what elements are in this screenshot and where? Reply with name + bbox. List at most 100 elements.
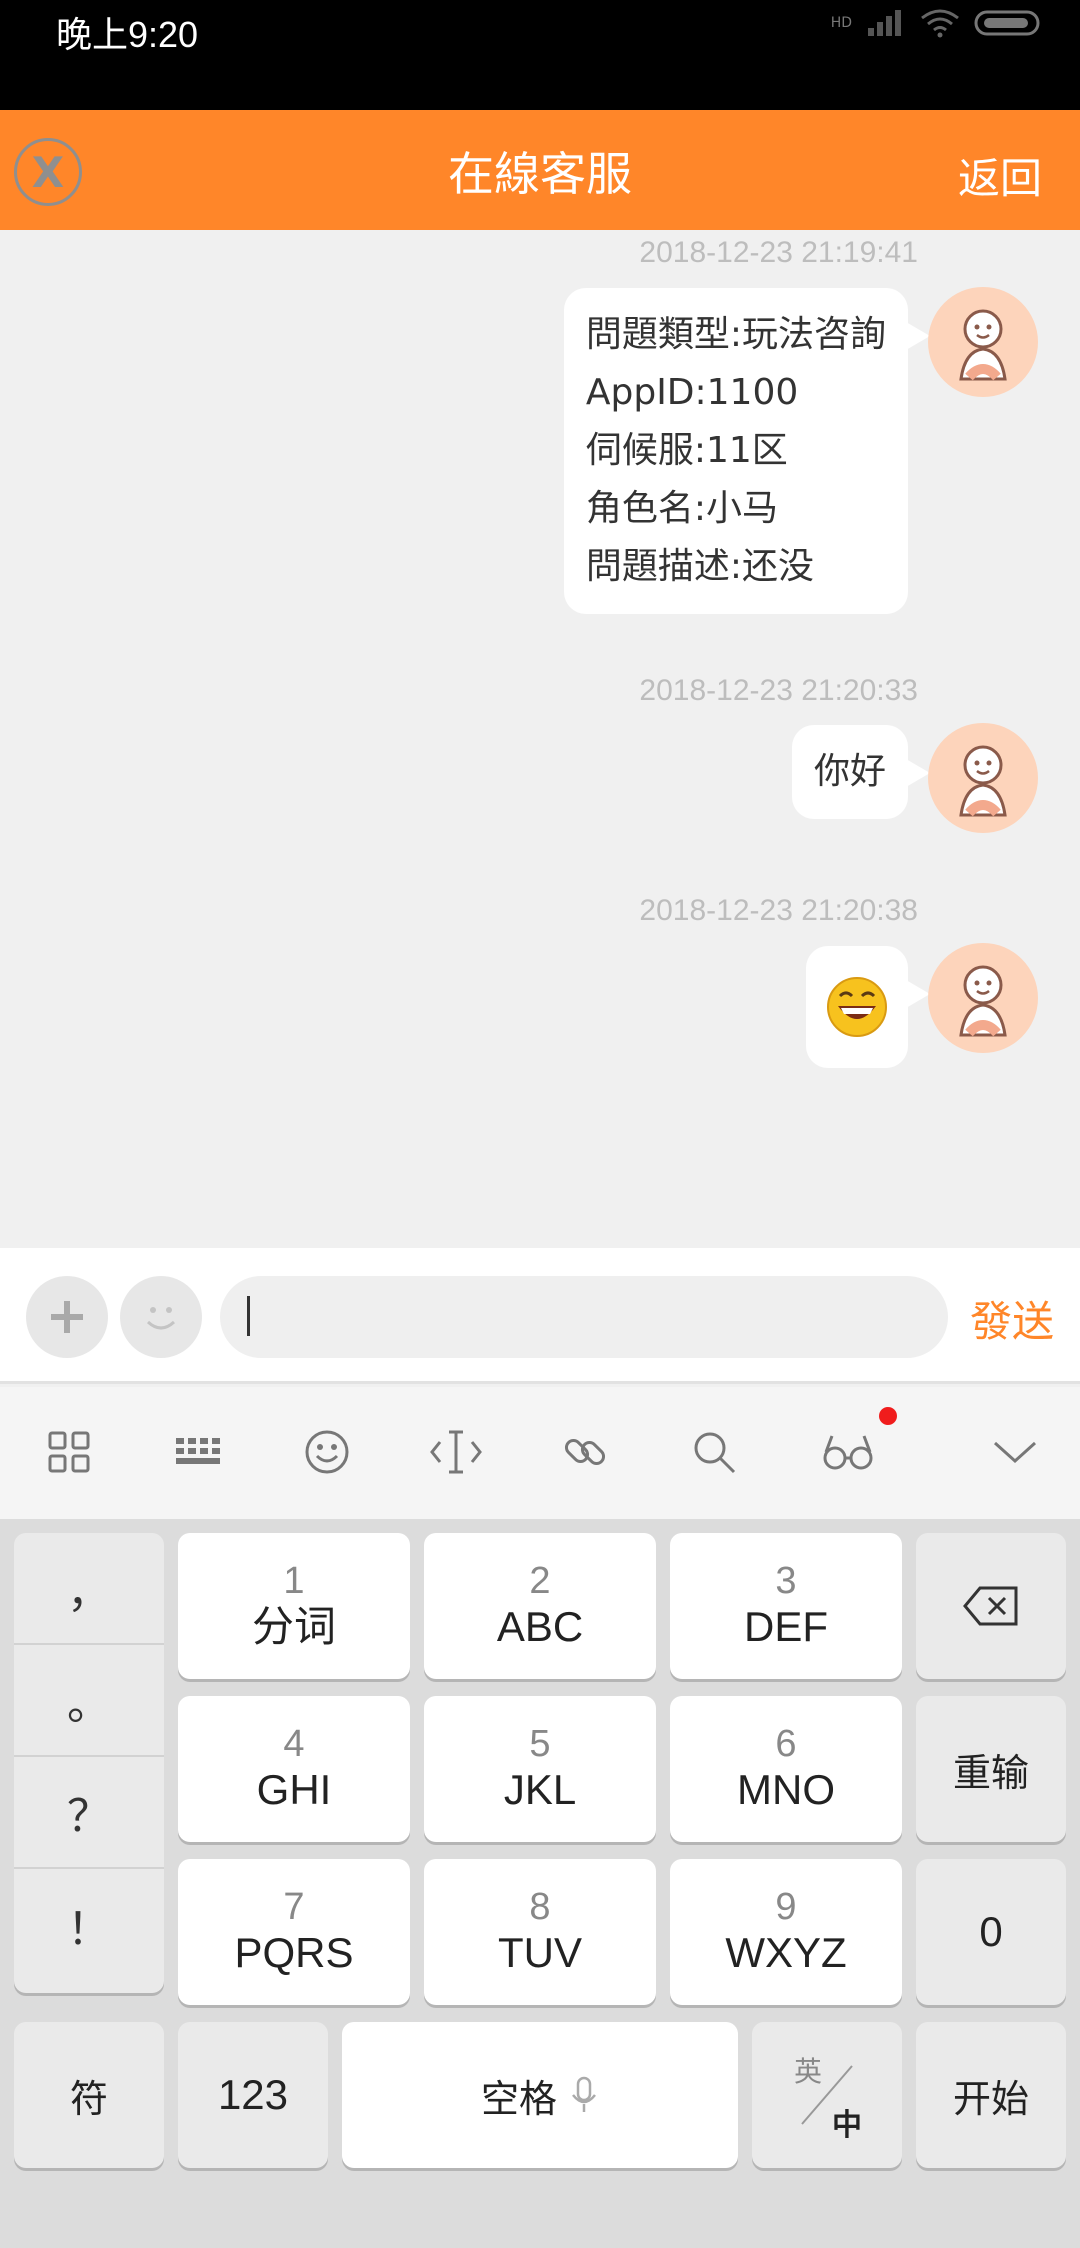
lang-zh-label: 中 — [832, 2108, 862, 2143]
cursor-move-button[interactable] — [421, 1417, 491, 1487]
punctuation-key-question[interactable]: ？ — [14, 1757, 164, 1869]
message-timestamp: 2018-12-23 21:20:38 — [639, 894, 918, 927]
emoji-button[interactable] — [120, 1276, 202, 1358]
key-7[interactable]: 7 PQRS — [178, 1859, 410, 2005]
message-line: 問題描述:还没 — [585, 546, 814, 587]
user-avatar[interactable] — [928, 943, 1038, 1053]
link-icon — [564, 1438, 606, 1466]
numeric-key[interactable]: 123 — [178, 2022, 328, 2168]
keyboard-switch-button[interactable] — [163, 1417, 233, 1487]
notification-dot-icon — [879, 1407, 897, 1425]
key-6[interactable]: 6 MNO — [670, 1696, 902, 1842]
keyboard-icon — [176, 1438, 220, 1464]
message-line: 你好 — [813, 751, 886, 792]
key-9[interactable]: 9 WXYZ — [670, 1859, 902, 2005]
start-label: 开始 — [952, 2076, 1029, 2121]
message-bubble[interactable] — [806, 946, 930, 1068]
key-letters: DEF — [744, 1603, 828, 1650]
key-3[interactable]: 3 DEF — [670, 1533, 902, 1679]
key-letters: ABC — [496, 1603, 584, 1650]
grid-menu-button[interactable] — [34, 1417, 104, 1487]
key-number: 3 — [775, 1560, 797, 1602]
key-letters: MNO — [737, 1766, 835, 1813]
key-number: 1 — [283, 1560, 305, 1602]
add-button[interactable] — [26, 1276, 108, 1358]
key-0[interactable]: 0 — [916, 1859, 1066, 2005]
key-8[interactable]: 8 TUV — [424, 1859, 656, 2005]
key-letters: JKL — [503, 1766, 577, 1813]
smiley-icon — [305, 1430, 349, 1474]
reinput-key[interactable]: 重输 — [916, 1696, 1066, 1842]
search-button[interactable] — [679, 1417, 749, 1487]
space-key[interactable]: 空格 — [342, 2022, 738, 2168]
key-letters: GHI — [256, 1766, 332, 1813]
message-input-bar: 發送 — [0, 1248, 1080, 1384]
punctuation-key-comma[interactable]: ， — [14, 1533, 164, 1645]
grinning-emoji-icon — [827, 977, 887, 1037]
punctuation-key-exclaim[interactable]: ！ — [14, 1869, 164, 1981]
emoji-panel-button[interactable] — [292, 1417, 362, 1487]
smiley-icon — [146, 1307, 176, 1330]
message-line: 角色名:小马 — [585, 488, 778, 529]
collapse-keyboard-button[interactable] — [980, 1417, 1050, 1487]
user-avatar[interactable] — [928, 723, 1038, 833]
message-timestamp: 2018-12-23 21:19:41 — [639, 236, 918, 269]
message-timestamp: 2018-12-23 21:20:33 — [639, 674, 918, 707]
message-input[interactable] — [220, 1276, 948, 1358]
signal-icon — [868, 10, 901, 36]
status-time: 晚上9:20 — [56, 14, 199, 55]
key-number: 2 — [529, 1560, 551, 1602]
link-button[interactable] — [550, 1417, 620, 1487]
battery-icon — [974, 10, 1040, 36]
key-number: 5 — [529, 1723, 551, 1765]
page-title: 在線客服 — [448, 147, 632, 201]
baby-avatar-icon — [959, 309, 1007, 381]
plus-icon — [51, 1301, 83, 1333]
symbol-key[interactable]: 符 — [14, 2022, 164, 2168]
key-4[interactable]: 4 GHI — [178, 1696, 410, 1842]
hd-label: HD — [830, 15, 852, 31]
message-bubble[interactable]: 問題類型:玩法咨詢 AppID:1100 伺候服:11区 角色名:小马 問題描述… — [563, 288, 931, 614]
backspace-key[interactable] — [916, 1533, 1066, 1679]
key-number: 7 — [283, 1886, 305, 1928]
language-switch-key[interactable]: 英 中 — [752, 2022, 902, 2168]
message-line: 伺候服:11区 — [585, 430, 788, 471]
text-cursor — [247, 1296, 250, 1336]
message-line: AppID:1100 — [585, 372, 799, 413]
baby-avatar-icon — [959, 745, 1007, 817]
key-number: 8 — [529, 1886, 551, 1928]
key-letters: TUV — [498, 1929, 582, 1976]
key-label: 0 — [979, 1908, 1003, 1955]
user-avatar[interactable] — [928, 287, 1038, 397]
punctuation-column[interactable]: ， 。 ？ ！ — [14, 1533, 164, 1993]
keyboard-toolbar — [0, 1387, 1080, 1519]
chat-area[interactable]: 2018-12-23 21:19:41 問題類型:玩法咨詢 AppID:1100… — [0, 230, 1080, 1248]
space-label: 空格 — [480, 2076, 557, 2121]
microphone-icon — [572, 2076, 596, 2112]
chat-header: X 在線客服 返回 — [0, 110, 1080, 230]
send-button[interactable]: 發送 — [970, 1288, 1054, 1349]
wifi-icon — [921, 9, 959, 38]
key-2[interactable]: 2 ABC — [424, 1533, 656, 1679]
numeric-label: 123 — [217, 2071, 289, 2118]
key-1[interactable]: 1 分词 — [178, 1533, 410, 1679]
key-letters: 分词 — [251, 1603, 336, 1650]
backspace-icon — [963, 1586, 1018, 1626]
key-number: 9 — [775, 1886, 797, 1928]
status-bar: 晚上9:20 HD — [0, 0, 1080, 110]
start-key[interactable]: 开始 — [916, 2022, 1066, 2168]
back-button[interactable]: 返回 — [958, 145, 1042, 206]
reinput-label: 重输 — [952, 1750, 1029, 1795]
glasses-button[interactable] — [813, 1407, 897, 1487]
symbol-label: 符 — [69, 2076, 108, 2121]
punctuation-key-period[interactable]: 。 — [14, 1645, 164, 1757]
baby-avatar-icon — [959, 965, 1007, 1037]
message-line: 問題類型:玩法咨詢 — [585, 314, 886, 355]
key-number: 4 — [283, 1723, 305, 1765]
chevron-down-icon — [993, 1441, 1037, 1464]
key-5[interactable]: 5 JKL — [424, 1696, 656, 1842]
message-bubble[interactable]: 你好 — [791, 725, 931, 819]
search-icon — [694, 1432, 736, 1474]
key-letters: WXYZ — [725, 1929, 847, 1976]
status-icons: HD — [831, 8, 1044, 38]
